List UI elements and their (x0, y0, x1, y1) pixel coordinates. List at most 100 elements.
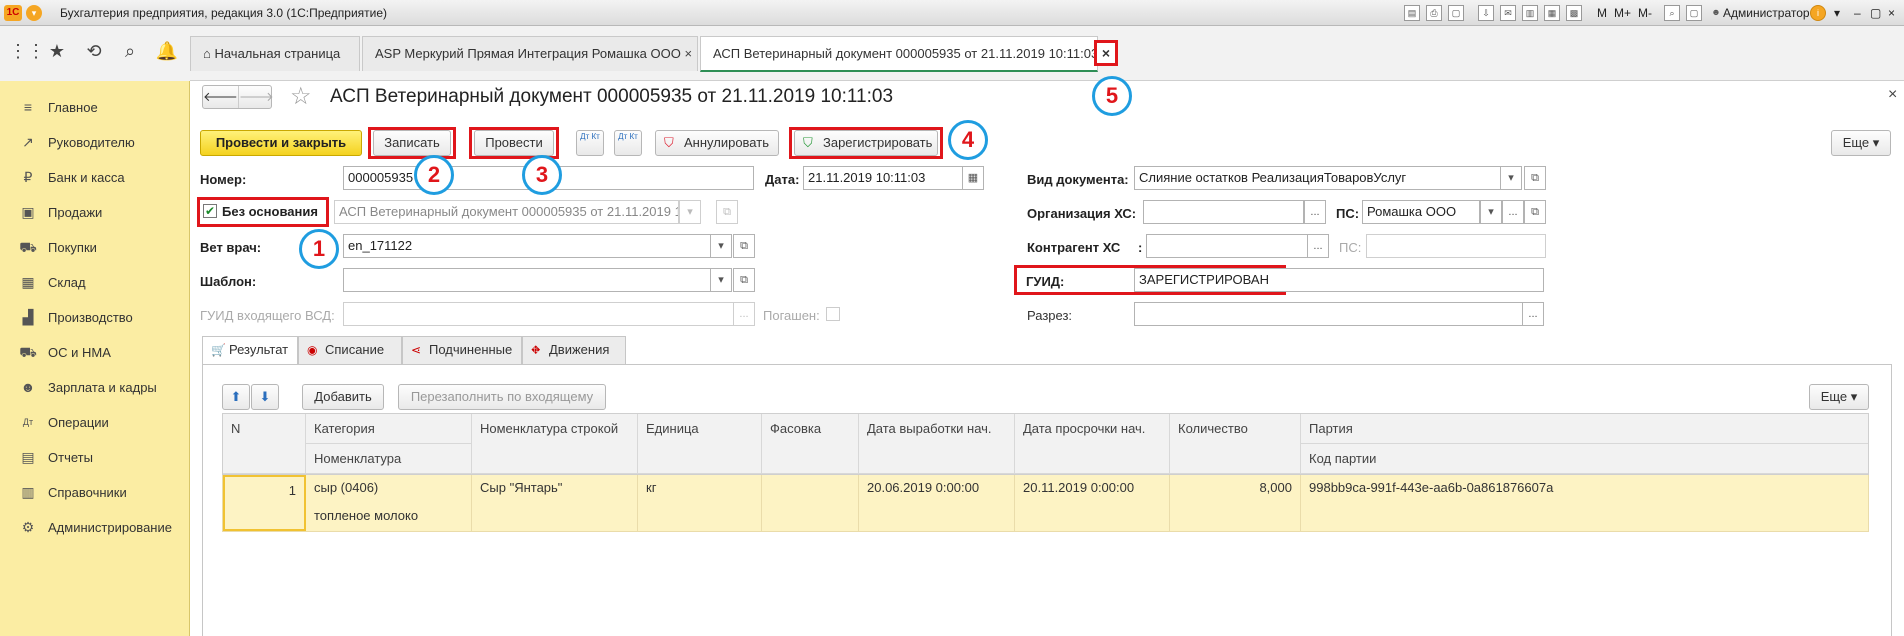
info-icon[interactable]: i (1810, 5, 1826, 21)
no-basis-checkbox[interactable]: ✔ (203, 204, 217, 218)
doc-type-select[interactable]: Слияние остатков РеализацияТоваровУслуг (1134, 166, 1502, 190)
save-icon[interactable]: ▤ (1404, 5, 1420, 21)
window-icon[interactable]: ▢ (1686, 5, 1702, 21)
tab-subordinate[interactable]: ⋖ Подчиненные (402, 336, 522, 364)
zoom-icon[interactable]: ⌕ (1664, 5, 1680, 21)
cell-packing[interactable] (762, 475, 859, 531)
table-row[interactable]: 1 сыр (0406) топленое молоко Сыр "Янтарь… (222, 475, 1869, 532)
main-menu-icon[interactable]: ▾ (26, 5, 42, 21)
dt-kt-icon[interactable]: Дт Кт (576, 130, 604, 156)
sidebar-item[interactable]: ▣ Продажи (0, 195, 190, 230)
refill-button[interactable]: Перезаполнить по входящему (398, 384, 606, 410)
memory-minus-button[interactable]: M- (1638, 6, 1652, 20)
favorites-icon[interactable]: ★ (45, 39, 69, 63)
all-functions-icon[interactable]: ⋮⋮ (9, 39, 45, 63)
move-down-icon[interactable]: ⬇ (251, 384, 279, 410)
open-icon[interactable]: ⧉ (733, 268, 755, 292)
calendar-icon[interactable]: ▦ (962, 166, 984, 190)
col-nomenclature[interactable]: Номенклатура (306, 444, 472, 474)
post-and-close-button[interactable]: Провести и закрыть (200, 130, 362, 156)
cell-n[interactable]: 1 (223, 475, 306, 531)
more-button[interactable]: Еще ▾ (1831, 130, 1891, 156)
forward-arrow-icon[interactable]: 🡒 (239, 86, 274, 108)
guid-input[interactable]: ЗАРЕГИСТРИРОВАН (1134, 268, 1544, 292)
chevron-down-icon[interactable]: ▾ (679, 200, 701, 224)
open-icon[interactable]: ⧉ (1524, 200, 1546, 224)
tab-result[interactable]: 🛒 Результат (202, 336, 298, 365)
minimize-icon[interactable]: – (1854, 6, 1861, 20)
sidebar-item[interactable]: ↗ Руководителю (0, 125, 190, 160)
preview-icon[interactable]: ▢ (1448, 5, 1464, 21)
no-basis-label[interactable]: Без основания (222, 204, 318, 219)
memory-button[interactable]: M (1597, 6, 1607, 20)
maximize-icon[interactable]: ▢ (1870, 6, 1881, 20)
col-category[interactable]: Категория (306, 414, 472, 444)
date-input[interactable]: 21.11.2019 10:11:03 (803, 166, 983, 190)
contractor-select-button[interactable]: ... (1307, 234, 1329, 258)
tab-movements[interactable]: ⛖ Движения (522, 336, 626, 364)
sidebar-item[interactable]: ▟ Производство (0, 300, 190, 335)
history-icon[interactable]: ⟲ (82, 39, 106, 63)
col-nom-line[interactable]: Номенклатура строкой (472, 414, 638, 474)
notifications-icon[interactable]: 🔔 (155, 39, 179, 63)
col-unit[interactable]: Единица (638, 414, 762, 474)
chevron-down-icon[interactable]: ▾ (1480, 200, 1502, 224)
col-batch-code[interactable]: Код партии (1301, 444, 1868, 474)
section-input[interactable] (1134, 302, 1523, 326)
sidebar-item[interactable]: ⛟ Покупки (0, 230, 190, 265)
menu-chevron-icon[interactable]: ▾ (1834, 6, 1840, 20)
ps-select-button[interactable]: ... (1502, 200, 1524, 224)
vet-input[interactable]: en_171122 (343, 234, 713, 258)
chevron-down-icon[interactable]: ▾ (710, 234, 732, 258)
tab-writeoff[interactable]: ◉ Списание (298, 336, 402, 364)
open-icon[interactable]: ⧉ (716, 200, 738, 224)
dt-kt-edit-icon[interactable]: Дт Кт (614, 130, 642, 156)
col-n[interactable]: N (223, 414, 306, 474)
org-input[interactable] (1143, 200, 1304, 224)
tab-close-icon[interactable]: × (1094, 40, 1118, 66)
calculator-icon[interactable]: ▩ (1566, 5, 1582, 21)
cell-qty[interactable]: 8,000 (1170, 475, 1301, 531)
section-select-button[interactable]: ... (1522, 302, 1544, 326)
add-row-button[interactable]: Добавить (302, 384, 384, 410)
col-batch[interactable]: Партия (1301, 414, 1868, 444)
chevron-down-icon[interactable]: ▾ (1500, 166, 1522, 190)
annul-button[interactable]: ⛉ Аннулировать (655, 130, 779, 156)
cell-prod-date[interactable]: 20.06.2019 0:00:00 (859, 475, 1015, 531)
table-more-button[interactable]: Еще ▾ (1809, 384, 1869, 410)
memory-plus-button[interactable]: M+ (1614, 6, 1631, 20)
cell-unit[interactable]: кг (638, 475, 762, 531)
tab-close-icon[interactable]: × (685, 46, 693, 61)
cell-batch[interactable]: 998bb9ca-991f-443e-aa6b-0a861876607a (1301, 475, 1868, 531)
cell-exp-date[interactable]: 20.11.2019 0:00:00 (1015, 475, 1170, 531)
sidebar-item[interactable]: ⚙ Администрирование (0, 510, 190, 545)
attach-icon[interactable]: ▥ (1522, 5, 1538, 21)
tab-home[interactable]: ⌂ Начальная страница (190, 36, 360, 71)
move-up-icon[interactable]: ⬆ (222, 384, 250, 410)
tab-mercury-integration[interactable]: ASP Меркурий Прямая Интеграция Ромашка О… (362, 36, 698, 71)
window-close-icon[interactable]: × (1888, 6, 1895, 20)
download-icon[interactable]: ⇩ (1478, 5, 1494, 21)
ps-input[interactable]: Ромашка ООО (1362, 200, 1480, 224)
cell-nom-line[interactable]: Сыр "Янтарь" (472, 475, 638, 531)
chevron-down-icon[interactable]: ▾ (710, 268, 732, 292)
sidebar-item[interactable]: ₽ Банк и касса (0, 160, 190, 195)
register-button[interactable]: ⛉ Зарегистрировать (794, 130, 938, 156)
contractor-input[interactable] (1146, 234, 1309, 258)
cell-category[interactable]: сыр (0406) (306, 475, 472, 503)
save-button[interactable]: Записать (373, 130, 451, 156)
open-icon[interactable]: ⧉ (1524, 166, 1546, 190)
back-arrow-icon[interactable]: 🡐 (203, 86, 239, 108)
sidebar-item[interactable]: ▤ Отчеты (0, 440, 190, 475)
search-icon[interactable]: ⌕ (118, 39, 142, 63)
favorite-star-icon[interactable]: ☆ (290, 82, 312, 111)
col-prod-date[interactable]: Дата выработки нач. (859, 414, 1015, 474)
print-icon[interactable]: ⎙ (1426, 5, 1442, 21)
cell-nomenclature[interactable]: топленое молоко (306, 503, 472, 531)
org-select-button[interactable]: ... (1304, 200, 1326, 224)
col-packing[interactable]: Фасовка (762, 414, 859, 474)
col-exp-date[interactable]: Дата просрочки нач. (1015, 414, 1170, 474)
open-icon[interactable]: ⧉ (733, 234, 755, 258)
post-button[interactable]: Провести (474, 130, 554, 156)
tab-vet-document[interactable]: АСП Ветеринарный документ 000005935 от 2… (700, 36, 1098, 72)
